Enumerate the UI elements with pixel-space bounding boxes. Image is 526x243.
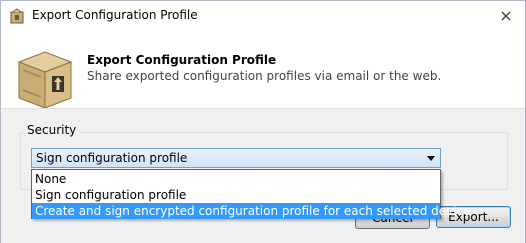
security-select-value: Sign configuration profile [36, 151, 188, 165]
configurator-icon [10, 8, 24, 24]
dropdown-option-sign[interactable]: Sign configuration profile [32, 187, 440, 203]
chevron-down-icon[interactable] [427, 156, 435, 161]
dropdown-option-encrypt[interactable]: Create and sign encrypted configuration … [32, 203, 471, 219]
package-box-icon [17, 51, 73, 109]
dropdown-option-none[interactable]: None [32, 171, 440, 187]
header-subtitle: Share exported configuration profiles vi… [87, 69, 442, 83]
close-icon [501, 11, 511, 21]
window-title: Export Configuration Profile [32, 8, 198, 22]
security-dropdown-list: None Sign configuration profile Create a… [31, 169, 471, 219]
title-bar: Export Configuration Profile [1, 1, 525, 31]
security-select[interactable]: Sign configuration profile [31, 148, 441, 168]
header-title: Export Configuration Profile [87, 53, 277, 67]
dialog-header: Export Configuration Profile Share expor… [1, 31, 525, 109]
close-button[interactable] [493, 5, 519, 27]
security-group-label: Security [24, 123, 80, 137]
